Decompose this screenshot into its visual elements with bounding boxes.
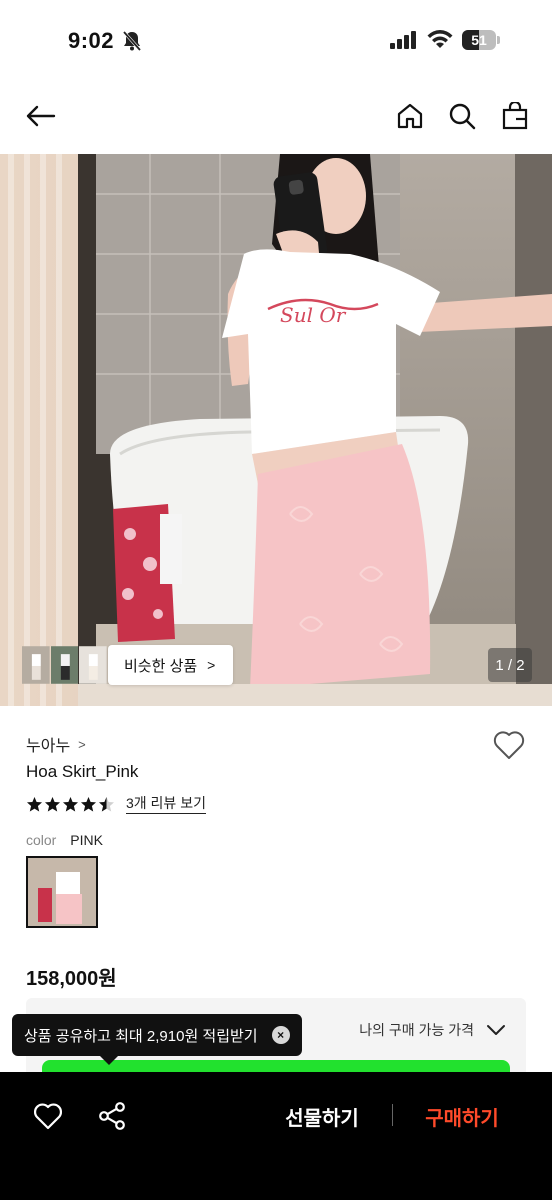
product-photo: Sul Or <box>0 154 552 706</box>
chevron-right-icon: > <box>207 657 216 673</box>
color-row: color PINK <box>26 832 103 848</box>
back-button[interactable] <box>22 98 58 134</box>
cart-button[interactable] <box>497 98 533 134</box>
star-icon <box>45 797 60 812</box>
tooltip-tail <box>100 1056 118 1065</box>
shopping-bag-icon <box>502 102 528 130</box>
gift-button[interactable]: 선물하기 <box>270 1100 374 1132</box>
wishlist-heart-icon[interactable] <box>32 1100 64 1132</box>
similar-thumbnail <box>50 646 79 684</box>
battery-percent: 51 <box>471 32 487 48</box>
search-button[interactable] <box>444 98 480 134</box>
tooltip-text: 상품 공유하고 최대 2,910원 적립받기 <box>24 1027 258 1045</box>
bell-muted-icon <box>122 31 142 51</box>
similar-product-thumbnails[interactable] <box>22 646 108 684</box>
chevron-down-icon <box>487 1025 505 1035</box>
chevron-right-icon: > <box>78 736 86 752</box>
star-icon <box>63 797 78 812</box>
review-link[interactable]: 3개 리뷰 보기 <box>126 795 206 814</box>
my-price-label: 나의 구매 가능 가격 <box>359 1022 474 1038</box>
buy-button[interactable]: 구매하기 <box>410 1100 514 1132</box>
brand-link[interactable]: 누아누 > <box>26 732 86 756</box>
status-bar: 9:02 51 <box>0 0 552 80</box>
bottom-action-bar: 선물하기 구매하기 <box>0 1072 552 1200</box>
similar-thumbnail <box>79 646 108 684</box>
star-icon <box>99 797 114 812</box>
image-page-counter: 1 / 2 <box>488 648 532 682</box>
bottom-bar-divider <box>392 1104 393 1126</box>
swatch-thumbnail <box>28 858 96 926</box>
rating-row: 3개 리뷰 보기 <box>26 795 206 814</box>
cellular-signal-icon <box>390 31 416 49</box>
svg-text:Sul Or: Sul Or <box>280 303 347 327</box>
similar-thumbnail <box>22 646 50 684</box>
back-arrow-icon <box>26 105 56 127</box>
similar-products-label: 비슷한 상품 <box>124 657 198 675</box>
my-price-toggle[interactable]: 나의 구매 가능 가격 <box>359 1020 506 1040</box>
status-time: 9:02 <box>68 28 115 53</box>
wishlist-heart-icon[interactable] <box>492 728 526 762</box>
star-icon <box>81 797 96 812</box>
color-value: PINK <box>70 832 103 848</box>
color-swatch-pink[interactable] <box>26 856 98 928</box>
home-icon <box>397 103 423 129</box>
similar-products-button[interactable]: 비슷한 상품 > <box>108 645 234 685</box>
star-rating <box>26 796 116 813</box>
battery-icon: 51 <box>462 30 500 50</box>
star-icon <box>27 797 42 812</box>
top-navigation <box>0 88 552 144</box>
color-label: color <box>26 832 57 848</box>
search-icon <box>449 103 476 130</box>
tooltip-close-icon[interactable]: × <box>271 1026 290 1044</box>
product-name: Hoa Skirt_Pink <box>26 762 139 781</box>
brand-name: 누아누 <box>26 738 71 755</box>
wifi-icon <box>427 30 453 48</box>
share-icon[interactable] <box>96 1100 128 1132</box>
product-image[interactable]: Sul Or <box>0 154 552 706</box>
home-button[interactable] <box>392 98 428 134</box>
product-price: 158,000원 <box>26 968 117 990</box>
share-reward-tooltip: 상품 공유하고 최대 2,910원 적립받기 × <box>12 1014 302 1056</box>
